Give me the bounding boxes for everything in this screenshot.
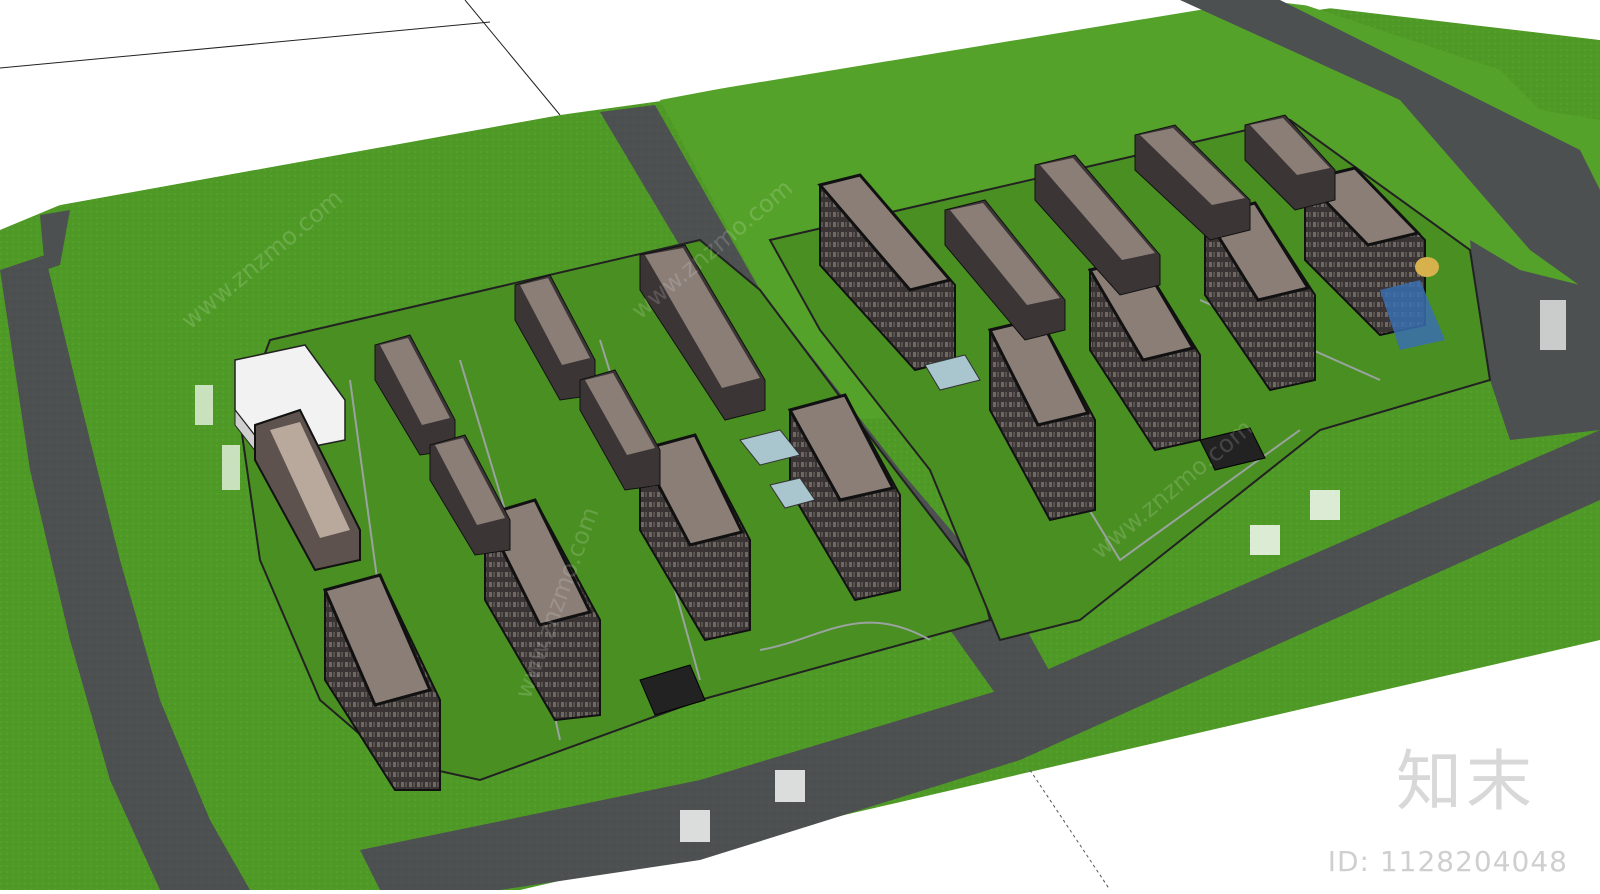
site-plan-render: www.znzmo.com www.znzmo.com www.znzmo.co… — [0, 0, 1600, 891]
brand-watermark: 知末 — [1396, 743, 1536, 820]
asset-id-label: ID: 1128204048 — [1327, 845, 1568, 878]
site-plan-canvas: www.znzmo.com www.znzmo.com www.znzmo.co… — [0, 0, 1600, 891]
